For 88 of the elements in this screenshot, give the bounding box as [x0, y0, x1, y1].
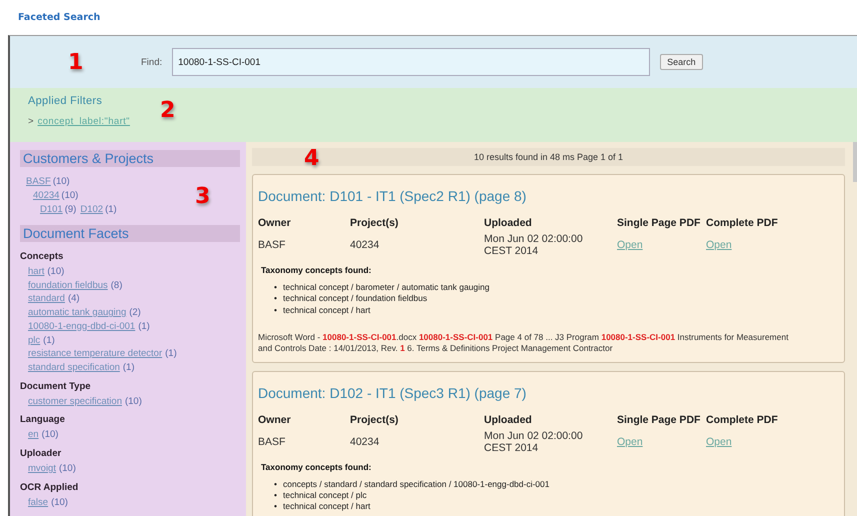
section-heading: Document Facets: [20, 225, 240, 242]
facet-count: (1): [165, 347, 177, 361]
column-header: Complete PDF: [706, 414, 779, 426]
result-snippet: Microsoft Word - 10080-1-SS-CI-001.docx 10080-1-SS-CI-001 Page 4 of 78 ... J3 Program 10080-1-SS-CI-001 Instruments for Measurement and Controls Date : 14/01/2013, Rev. 1 6. Terms & Definitions Project Management Contractor: [258, 332, 790, 354]
open-link[interactable]: Open: [617, 239, 643, 251]
concept-item: technical concept / plc: [282, 490, 367, 502]
concept-item: technical concept / barometer / automatic tank gauging: [282, 282, 490, 294]
facet-group-title: Concepts: [20, 251, 64, 262]
concept-item: technical concept / hart: [282, 304, 370, 316]
concept-item: technical concept / hart: [282, 501, 370, 513]
tree-link[interactable]: D102: [80, 204, 104, 215]
facet-link[interactable]: standard: [28, 292, 65, 306]
bullet-mark: •: [274, 304, 277, 316]
annotation-number: 4: [304, 146, 320, 171]
column-header: Uploaded: [484, 217, 533, 229]
annotation-number: 2: [160, 98, 176, 123]
facet-link[interactable]: en: [28, 428, 39, 442]
project-cell-text: 40234: [350, 239, 380, 251]
facet-link[interactable]: standard specification: [28, 360, 120, 375]
bullet-mark: •: [274, 490, 277, 502]
facet-group-title: Uploader: [20, 448, 62, 460]
facet-group-title: OCR Applied: [20, 482, 80, 493]
open-link[interactable]: Open: [617, 436, 643, 448]
facet-link[interactable]: 10080-1-engg-dbd-ci-001: [28, 320, 136, 334]
facet-count: (8): [110, 278, 122, 292]
facet-count: (1): [43, 334, 55, 348]
facet-group-title: Document Type: [20, 380, 92, 392]
annotation-number: 3: [195, 184, 210, 209]
tree-link[interactable]: D101: [40, 204, 63, 215]
filter-prefix: >: [28, 116, 34, 127]
column-header: Project(s): [350, 217, 400, 229]
tree-link[interactable]: 40234: [33, 190, 60, 201]
column-header: Project(s): [350, 414, 400, 426]
facet-link[interactable]: customer specification: [28, 394, 122, 408]
owner-cell-text: BASF: [258, 436, 286, 448]
concept-item: concepts / standard / standard specification / 10080-1-engg-dbd-ci-001: [282, 478, 550, 490]
search-button[interactable]: Search: [660, 54, 703, 70]
facet-link[interactable]: resistance temperature detector: [28, 347, 162, 361]
bullet-mark: •: [274, 293, 277, 305]
open-link[interactable]: Open: [706, 436, 732, 448]
project-cell-text: 40234: [350, 436, 380, 448]
page-title: Faceted Search: [18, 12, 100, 23]
document-title[interactable]: Document: D101 - IT1 (Spec2 R1) (page 8): [258, 188, 839, 204]
column-header: Owner: [258, 414, 292, 426]
find-label: Find:: [141, 56, 162, 68]
facet-link[interactable]: plc: [28, 334, 40, 348]
facet-link[interactable]: false: [28, 496, 48, 510]
facet-count: (10): [58, 462, 76, 476]
uploaded-cell-text: Mon Jun 02 02:00:00 CEST 2014: [484, 430, 584, 454]
facet-group-title: Language: [20, 414, 66, 426]
facet-count: (10): [42, 428, 58, 442]
column-header: Single Page PDF: [617, 217, 702, 229]
facet-count: (10): [51, 496, 68, 510]
facet-link[interactable]: mvoigt: [28, 462, 56, 476]
open-link[interactable]: Open: [706, 239, 732, 251]
concept-item: technical concept / foundation fieldbus: [282, 293, 428, 305]
facet-count: (10): [47, 265, 64, 279]
document-title[interactable]: Document: D102 - IT1 (Spec3 R1) (page 7): [258, 384, 839, 401]
taxonomy-title: Taxonomy concepts found:: [261, 265, 372, 275]
facet-count: (1): [138, 320, 150, 334]
taxonomy-title: Taxonomy concepts found:: [261, 462, 372, 472]
facet-link[interactable]: hart: [28, 265, 44, 279]
column-header: Complete PDF: [706, 217, 779, 229]
tree-count: (1): [105, 204, 117, 215]
search-field[interactable]: 10080-1-SS-CI-001: [172, 48, 650, 76]
tree-count: (10): [52, 176, 70, 187]
column-header: Owner: [258, 217, 292, 229]
facet-count: (1): [122, 360, 135, 375]
applied-filters-title: Applied Filters: [28, 95, 104, 107]
bullet-mark: •: [274, 501, 277, 513]
facet-link[interactable]: foundation fieldbus: [28, 278, 108, 292]
tree-count: (9): [64, 204, 76, 215]
facet-count: (4): [68, 292, 80, 306]
annotation-number: 1: [68, 50, 84, 75]
uploaded-cell-text: Mon Jun 02 02:00:00 CEST 2014: [484, 233, 584, 257]
facet-count: (10): [124, 394, 142, 408]
filter-link[interactable]: concept_label:"hart": [38, 116, 130, 127]
column-header: Uploaded: [484, 414, 533, 426]
owner-cell-text: BASF: [258, 239, 286, 251]
facet-link[interactable]: automatic tank gauging: [28, 306, 126, 320]
tree-link[interactable]: BASF: [26, 176, 51, 187]
bullet-mark: •: [274, 478, 277, 490]
bullet-mark: •: [274, 282, 277, 294]
tree-count: (10): [61, 190, 78, 201]
column-header: Single Page PDF: [617, 414, 702, 426]
facet-count: (2): [129, 306, 141, 320]
section-heading: Customers & Projects: [20, 150, 240, 167]
scrollbar-thumb[interactable]: [853, 142, 857, 182]
